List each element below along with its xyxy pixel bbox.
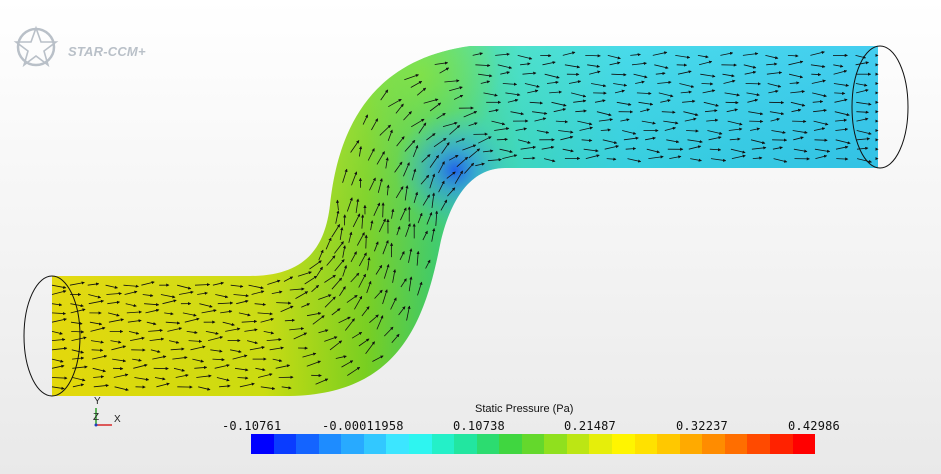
colorbar-segment — [566, 434, 590, 454]
axis-y-label: Y — [94, 396, 101, 407]
colorbar-segment — [273, 434, 297, 454]
velocity-vector — [585, 54, 601, 58]
colorbar-segment — [454, 434, 477, 454]
velocity-vector — [381, 202, 385, 218]
colorbar-label: 0.21487 — [564, 419, 616, 433]
colorbar-segment — [251, 434, 274, 454]
velocity-vector — [836, 157, 849, 161]
velocity-vector — [496, 137, 508, 142]
colorbar-labels: -0.10761 -0.00011958 0.10738 0.21487 0.3… — [0, 419, 941, 435]
colorbar-segment — [341, 434, 364, 454]
colorbar-segment — [769, 434, 793, 454]
colorbar-label: 0.42986 — [788, 419, 840, 433]
colorbar-label: -0.00011958 — [322, 419, 404, 433]
colorbar-label: 0.32237 — [676, 419, 728, 433]
colorbar-segment — [476, 434, 500, 454]
velocity-vector — [701, 82, 714, 86]
colorbar-segment — [679, 434, 703, 454]
colorbar-segment — [589, 434, 612, 454]
colorbar-segment — [363, 434, 387, 454]
colorbar-segment — [386, 434, 409, 454]
colorbar-segment — [747, 434, 770, 454]
simulation-viewport[interactable] — [0, 0, 941, 474]
colorbar — [251, 434, 816, 454]
velocity-vector — [814, 138, 828, 142]
colorbar-title: Static Pressure (Pa) — [475, 403, 574, 415]
colorbar-segment — [431, 434, 455, 454]
colorbar-segment — [544, 434, 567, 454]
colorbar-segment — [634, 434, 658, 454]
colorbar-segment — [296, 434, 319, 454]
pipe-geometry — [52, 46, 878, 396]
colorbar-segment — [702, 434, 725, 454]
colorbar-segment — [792, 434, 816, 454]
colorbar-segment — [657, 434, 680, 454]
colorbar-segment — [499, 434, 522, 454]
colorbar-segment — [318, 434, 342, 454]
velocity-vector — [811, 72, 822, 77]
colorbar-label: 0.10738 — [453, 419, 505, 433]
star-logo-icon — [13, 25, 59, 68]
colorbar-segment — [724, 434, 748, 454]
velocity-vector — [364, 234, 368, 249]
colorbar-label: -0.10761 — [222, 419, 282, 433]
star-ccm-logo: STAR-CCM+ — [12, 24, 162, 70]
colorbar-segment — [521, 434, 545, 454]
colorbar-segment — [408, 434, 432, 454]
colorbar-segment — [612, 434, 635, 454]
logo-text: STAR-CCM+ — [68, 44, 146, 59]
